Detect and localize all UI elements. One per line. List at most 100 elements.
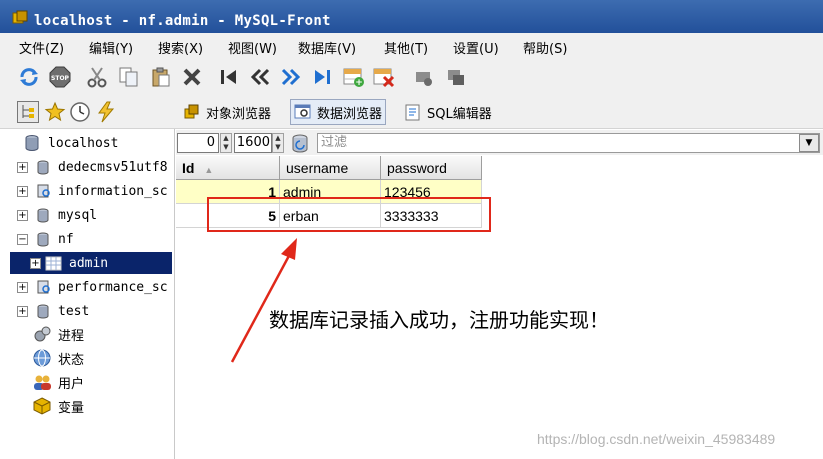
tree-view-icon: [22, 105, 34, 118]
menu-view[interactable]: 视图(W): [228, 38, 277, 57]
tree-item-label: 进程: [58, 328, 85, 344]
favorites-button[interactable]: [44, 101, 66, 123]
delete-record-icon[interactable]: [373, 66, 395, 88]
database-icon: [37, 208, 49, 222]
tree-item-label: 变量: [58, 400, 85, 416]
tree-item-database[interactable]: + mysql: [0, 204, 172, 226]
tree-item-label: performance_sc: [58, 279, 168, 295]
filter-dropdown-button[interactable]: ▼: [799, 134, 819, 152]
limit-stepper[interactable]: ▲ ▼: [272, 133, 284, 153]
quick-search-button[interactable]: [95, 101, 117, 123]
object-browser-icon: [184, 104, 199, 119]
tree-item-label: mysql: [58, 207, 98, 223]
column-header-username[interactable]: username: [280, 156, 381, 180]
sql-editor-icon: [405, 104, 420, 121]
cancel-icon[interactable]: [445, 66, 467, 88]
tab-sql-editor-label: SQL编辑器: [427, 106, 492, 122]
stop-icon[interactable]: STOP: [49, 66, 71, 88]
globe-icon: [33, 349, 51, 367]
annotation-arrow: [230, 238, 297, 363]
tree-item-localhost[interactable]: localhost: [0, 132, 172, 154]
tab-sql-editor[interactable]: SQL编辑器: [404, 99, 492, 125]
menu-settings[interactable]: 设置(U): [453, 38, 499, 57]
highlight-box: [207, 197, 491, 232]
tree-item-database[interactable]: + dedecmsv51utf8: [0, 156, 172, 178]
variables-icon: [33, 397, 51, 415]
expand-icon[interactable]: +: [17, 185, 28, 197]
last-record-icon[interactable]: [311, 66, 333, 88]
menu-edit[interactable]: 编辑(Y): [89, 38, 133, 57]
limit-input[interactable]: 1600: [234, 133, 272, 153]
server-icon: [25, 135, 39, 151]
tree-item-label: admin: [69, 255, 109, 271]
tree-item-status[interactable]: 状态: [0, 347, 172, 369]
tab-data-browser-label: 数据浏览器: [317, 106, 383, 122]
tree-item-label: localhost: [48, 135, 119, 151]
offset-stepper[interactable]: ▲ ▼: [220, 133, 232, 153]
menu-help[interactable]: 帮助(S): [523, 38, 567, 57]
tree-item-database[interactable]: + test: [0, 300, 172, 322]
insert-record-icon[interactable]: +: [343, 66, 365, 88]
processes-icon: [34, 326, 51, 342]
tab-data-browser[interactable]: 数据浏览器: [290, 99, 387, 125]
svg-text:+: +: [355, 78, 363, 88]
collapse-icon[interactable]: −: [17, 233, 28, 245]
tree-item-label: nf: [58, 231, 74, 247]
tree-item-table-admin[interactable]: + admin: [10, 252, 172, 274]
tree-item-database[interactable]: − nf: [0, 228, 172, 250]
column-header-password[interactable]: password: [381, 156, 482, 180]
next-page-icon[interactable]: [280, 66, 302, 88]
cut-icon[interactable]: [86, 66, 108, 88]
column-header-id[interactable]: Id ▲: [176, 156, 280, 180]
copy-icon[interactable]: [118, 66, 140, 88]
paste-icon[interactable]: [150, 66, 172, 88]
tree-toggle-button[interactable]: [17, 101, 39, 123]
watermark: https://blog.csdn.net/weixin_45983489: [537, 431, 776, 447]
menu-other[interactable]: 其他(T): [384, 38, 428, 57]
database-icon: [37, 304, 49, 318]
clock-icon: [70, 102, 90, 122]
tab-object-browser-label: 对象浏览器: [206, 106, 272, 122]
filter-input[interactable]: 过滤: [317, 133, 820, 153]
tree-item-database[interactable]: + information_sc: [0, 180, 172, 202]
column-header-label: Id: [182, 160, 195, 176]
filter-placeholder: 过滤: [321, 135, 348, 150]
tree-item-label: information_sc: [58, 183, 168, 199]
title-bar: localhost - nf.admin - MySQL-Front: [0, 0, 823, 33]
tree-item-processes[interactable]: 进程: [0, 323, 172, 345]
expand-icon[interactable]: +: [17, 161, 28, 173]
database-icon: [37, 160, 49, 174]
tree-item-label: dedecmsv51utf8: [58, 159, 168, 175]
menu-bar: 文件(Z) 编辑(Y) 搜索(X) 视图(W) 数据库(V) 其他(T) 设置(…: [0, 33, 823, 59]
svg-text:STOP: STOP: [51, 75, 70, 82]
limit-toggle-icon[interactable]: [289, 133, 311, 155]
tree-item-label: 用户: [58, 376, 85, 392]
menu-file[interactable]: 文件(Z): [19, 38, 64, 57]
first-record-icon[interactable]: [218, 66, 240, 88]
mysql-front-logo-icon: [12, 10, 28, 24]
tree-item-label: test: [58, 303, 90, 319]
previous-page-icon[interactable]: [249, 66, 271, 88]
tree-item-users[interactable]: 用户: [0, 371, 172, 393]
annotation-text: 数据库记录插入成功，注册功能实现！: [269, 308, 609, 332]
refresh-icon[interactable]: [18, 66, 40, 88]
tab-object-browser[interactable]: 对象浏览器: [183, 99, 271, 125]
sort-ascending-icon: ▲: [204, 165, 214, 175]
menu-database[interactable]: 数据库(V): [298, 38, 356, 57]
system-database-icon: [37, 280, 50, 293]
lightning-icon: [98, 101, 115, 123]
history-button[interactable]: [69, 101, 91, 123]
data-browser-icon: [294, 104, 311, 119]
expand-icon[interactable]: +: [30, 257, 41, 269]
expand-icon[interactable]: +: [17, 209, 28, 221]
window-title: localhost - nf.admin - MySQL-Front: [34, 13, 331, 29]
menu-search[interactable]: 搜索(X): [158, 38, 203, 57]
expand-icon[interactable]: +: [17, 281, 28, 293]
delete-icon[interactable]: [181, 66, 203, 88]
favorites-icon: [44, 101, 66, 122]
offset-input[interactable]: 0: [177, 133, 219, 153]
tree-item-database[interactable]: + performance_sc: [0, 276, 172, 298]
expand-icon[interactable]: +: [17, 305, 28, 317]
tree-item-variables[interactable]: 变量: [0, 395, 172, 417]
post-icon[interactable]: [413, 66, 435, 88]
